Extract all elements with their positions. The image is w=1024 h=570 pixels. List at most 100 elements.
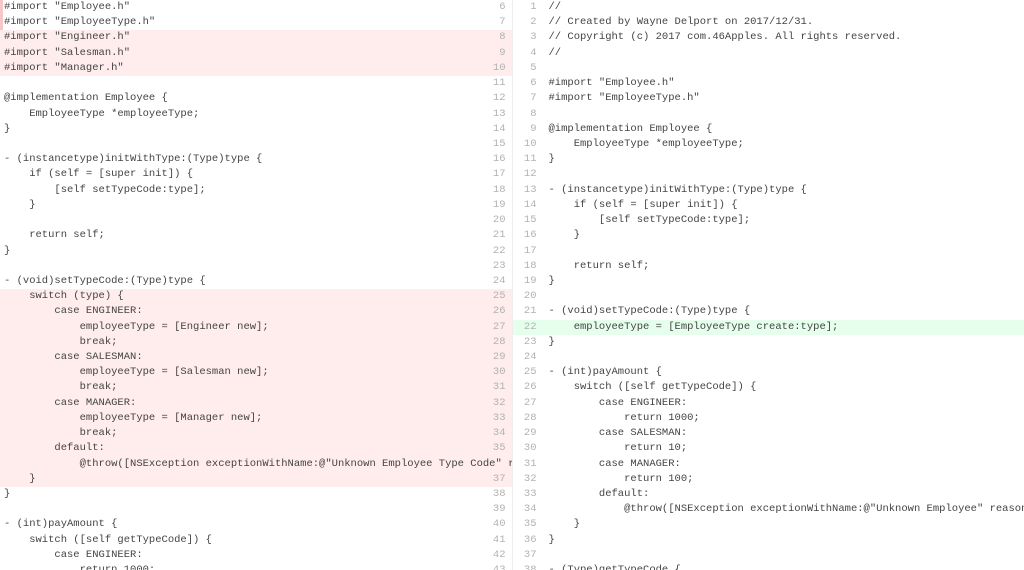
left-code-row[interactable]: 23 [0,259,512,274]
right-code-row[interactable]: 11} [513,152,1024,167]
right-code-row[interactable]: 5 [513,61,1024,76]
right-code-row[interactable]: 4// [513,46,1024,61]
line-number: 11 [482,76,512,91]
left-code-row[interactable]: 11 [0,76,512,91]
right-code-row[interactable]: 23} [513,335,1024,350]
left-code-row[interactable]: 39 [0,502,512,517]
right-code-row[interactable]: 36} [513,533,1024,548]
right-code-row[interactable]: 6#import "Employee.h" [513,76,1024,91]
left-code-row[interactable]: return 1000;43 [0,563,512,570]
line-number: 17 [513,244,543,259]
right-code-row[interactable]: 18 return self; [513,259,1024,274]
left-code-row[interactable]: case SALESMAN:29 [0,350,512,365]
code-text: } [543,517,1024,532]
left-code-row[interactable]: break;31 [0,380,512,395]
left-code-row[interactable]: @throw([NSException exceptionWithName:@"… [0,457,512,472]
left-code-row[interactable]: EmployeeType *employeeType;13 [0,107,512,122]
right-code-row[interactable]: 7#import "EmployeeType.h" [513,91,1024,106]
right-code-row[interactable]: 16 } [513,228,1024,243]
right-code-row[interactable]: 35 } [513,517,1024,532]
right-code-row[interactable]: 3// Copyright (c) 2017 com.46Apples. All… [513,30,1024,45]
right-code-row[interactable]: 28 return 1000; [513,411,1024,426]
line-number: 19 [513,274,543,289]
left-code-row[interactable]: break;28 [0,335,512,350]
right-code-row[interactable]: 22 employeeType = [EmployeeType create:t… [513,320,1024,335]
left-code-row[interactable]: }38 [0,487,512,502]
code-text: case ENGINEER: [0,304,482,319]
right-code-row[interactable]: 38- (Type)getTypeCode { [513,563,1024,570]
right-code-row[interactable]: 1// [513,0,1024,15]
right-code-row[interactable]: 33 default: [513,487,1024,502]
right-code-row[interactable]: 31 case MANAGER: [513,457,1024,472]
right-code-row[interactable]: 32 return 100; [513,472,1024,487]
right-code-row[interactable]: 26 switch ([self getTypeCode]) { [513,380,1024,395]
diff-right-pane[interactable]: 1//2// Created by Wayne Delport on 2017/… [512,0,1024,570]
right-code-row[interactable]: 10 EmployeeType *employeeType; [513,137,1024,152]
line-number: 30 [513,441,543,456]
left-code-row[interactable]: #import "Engineer.h"8 [0,30,512,45]
right-code-row[interactable]: 37 [513,548,1024,563]
code-text: return self; [0,228,482,243]
left-code-row[interactable]: - (void)setTypeCode:(Type)type {24 [0,274,512,289]
line-number: 34 [482,426,512,441]
right-code-row[interactable]: 13- (instancetype)initWithType:(Type)typ… [513,183,1024,198]
code-text: - (void)setTypeCode:(Type)type { [0,274,482,289]
code-text [543,244,1024,259]
left-code-row[interactable]: - (instancetype)initWithType:(Type)type … [0,152,512,167]
left-code-row[interactable]: #import "Salesman.h"9 [0,46,512,61]
left-code-row[interactable]: #import "EmployeeType.h"7 [0,15,512,30]
right-code-row[interactable]: 34 @throw([NSException exceptionWithName… [513,502,1024,517]
left-code-row[interactable]: break;34 [0,426,512,441]
left-code-row[interactable]: default:35 [0,441,512,456]
code-text: case ENGINEER: [543,396,1024,411]
code-text: // Created by Wayne Delport on 2017/12/3… [543,15,1024,30]
right-code-row[interactable]: 29 case SALESMAN: [513,426,1024,441]
code-text: employeeType = [Engineer new]; [0,320,482,335]
right-code-row[interactable]: 20 [513,289,1024,304]
right-code-row[interactable]: 21- (void)setTypeCode:(Type)type { [513,304,1024,319]
line-number: 23 [513,335,543,350]
right-code-row[interactable]: 8 [513,107,1024,122]
line-number: 36 [513,533,543,548]
left-code-row[interactable]: return self;21 [0,228,512,243]
right-code-row[interactable]: 15 [self setTypeCode:type]; [513,213,1024,228]
left-code-row[interactable]: - (int)payAmount {40 [0,517,512,532]
left-code-row[interactable]: #import "Manager.h"10 [0,61,512,76]
left-code-row[interactable]: if (self = [super init]) {17 [0,167,512,182]
left-code-row[interactable]: switch ([self getTypeCode]) {41 [0,533,512,548]
code-text: #import "Engineer.h" [0,30,482,45]
right-code-row[interactable]: 14 if (self = [super init]) { [513,198,1024,213]
left-code-row[interactable]: }37 [0,472,512,487]
left-code-row[interactable]: 15 [0,137,512,152]
right-code-row[interactable]: 9@implementation Employee { [513,122,1024,137]
left-code-row[interactable]: [self setTypeCode:type];18 [0,183,512,198]
right-code-row[interactable]: 27 case ENGINEER: [513,396,1024,411]
right-code-row[interactable]: 24 [513,350,1024,365]
left-code-row[interactable]: employeeType = [Engineer new];27 [0,320,512,335]
code-text: return 1000; [0,563,482,570]
line-number: 19 [482,198,512,213]
code-text: #import "Manager.h" [0,61,482,76]
left-code-row[interactable]: }19 [0,198,512,213]
left-code-row[interactable]: employeeType = [Salesman new];30 [0,365,512,380]
right-code-row[interactable]: 25- (int)payAmount { [513,365,1024,380]
left-code-row[interactable]: }22 [0,244,512,259]
left-code-row[interactable]: }14 [0,122,512,137]
left-code-row[interactable]: case MANAGER:32 [0,396,512,411]
left-code-row[interactable]: #import "Employee.h"6 [0,0,512,15]
left-code-row[interactable]: case ENGINEER:26 [0,304,512,319]
left-code-row[interactable]: case ENGINEER:42 [0,548,512,563]
right-code-row[interactable]: 12 [513,167,1024,182]
right-code-row[interactable]: 30 return 10; [513,441,1024,456]
left-code-row[interactable]: @implementation Employee {12 [0,91,512,106]
diff-left-pane[interactable]: #import "Employee.h"6#import "EmployeeTy… [0,0,512,570]
line-number: 32 [513,472,543,487]
right-code-row[interactable]: 2// Created by Wayne Delport on 2017/12/… [513,15,1024,30]
left-code-row[interactable]: 20 [0,213,512,228]
line-number: 9 [513,122,543,137]
right-code-row[interactable]: 17 [513,244,1024,259]
left-code-row[interactable]: switch (type) {25 [0,289,512,304]
right-code-row[interactable]: 19} [513,274,1024,289]
left-code-row[interactable]: employeeType = [Manager new];33 [0,411,512,426]
code-text: - (Type)getTypeCode { [543,563,1024,570]
